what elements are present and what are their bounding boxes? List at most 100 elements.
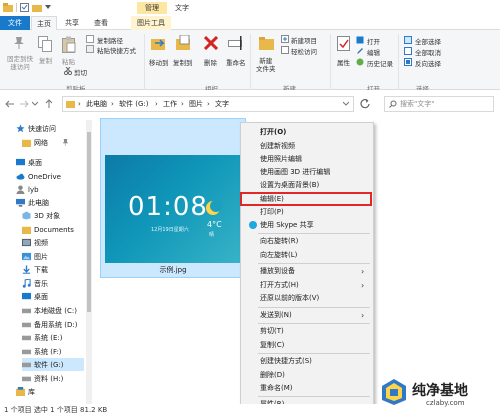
select-all-button[interactable]: 全部选择 — [415, 36, 441, 46]
menu-item-rotate-left[interactable]: 向左旋转(L) — [260, 250, 297, 261]
nav-item-drive-c[interactable]: 本地磁盘 (C:) — [22, 304, 77, 317]
pin-quick-access-button[interactable]: 固定到快 速访问 — [5, 55, 35, 71]
breadcrumb-text[interactable]: 文字 — [215, 97, 229, 111]
menu-separator — [258, 353, 370, 354]
nav-item-desktop[interactable]: 桌面 — [16, 156, 42, 169]
menu-item-share-skype[interactable]: 使用 Skype 共享 — [260, 220, 314, 231]
menu-item-delete[interactable]: 删除(D) — [260, 370, 285, 381]
menu-separator — [258, 233, 370, 234]
tab-file[interactable]: 文件 — [0, 16, 30, 30]
up-arrow-icon[interactable] — [44, 99, 54, 109]
nav-item-3d-objects[interactable]: 3D 对象 — [22, 209, 60, 222]
breadcrumb-this-pc[interactable]: 此电脑 — [86, 97, 107, 111]
menu-item-send-to[interactable]: 发送到(N) — [260, 310, 292, 321]
nav-item-libraries[interactable]: 库 — [16, 385, 35, 398]
tab-picture-tools[interactable]: 图片工具 — [131, 16, 171, 30]
paste-shortcut-button[interactable]: 粘贴快捷方式 — [97, 45, 136, 55]
select-all-icon — [404, 36, 412, 44]
nav-item-videos[interactable]: 视频 — [22, 236, 48, 249]
nav-item-label: 此电脑 — [28, 198, 49, 207]
drive-icon — [22, 349, 31, 355]
paste-button[interactable]: 粘贴 — [62, 56, 75, 66]
properties-qa-icon[interactable] — [20, 3, 29, 12]
breadcrumb-work[interactable]: 工作 — [163, 97, 177, 111]
tab-view[interactable]: 查看 — [88, 16, 114, 30]
desktop-icon — [16, 158, 25, 166]
nav-item-documents[interactable]: Documents — [22, 223, 74, 236]
back-arrow-icon[interactable] — [5, 99, 15, 109]
copy-button[interactable]: 复制 — [39, 55, 52, 65]
cut-button[interactable]: 剪切 — [74, 67, 87, 77]
nav-scrollbar-thumb[interactable] — [87, 132, 91, 312]
menu-item-restore-previous[interactable]: 还原以前的版本(V) — [260, 293, 319, 304]
properties-button[interactable]: 属性 — [337, 57, 350, 67]
menu-item-rotate-right[interactable]: 向右旋转(R) — [260, 236, 298, 247]
nav-item-network[interactable]: 网络 — [22, 136, 69, 149]
menu-item-print[interactable]: 打印(P) — [260, 207, 284, 218]
chevron-down-icon[interactable] — [45, 5, 51, 10]
select-none-button[interactable]: 全部取消 — [415, 47, 441, 57]
delete-button[interactable]: 删除 — [204, 57, 217, 67]
edit-button[interactable]: 编辑 — [367, 47, 380, 57]
open-button[interactable]: 打开 — [367, 36, 380, 46]
new-item-button[interactable]: 新建项目 — [291, 35, 317, 45]
nav-item-label: 音乐 — [34, 279, 48, 288]
nav-item-label: 系统 (F:) — [34, 347, 62, 356]
nav-item-drive-g[interactable]: 软件 (G:) — [22, 358, 84, 371]
menu-item-open-with[interactable]: 打开方式(H) — [260, 280, 299, 291]
menu-item-cast-to-device[interactable]: 播放到设备 — [260, 266, 295, 277]
new-folder-button[interactable]: 新建 文件夹 — [256, 57, 276, 73]
nav-item-drive-d[interactable]: 备用系统 (D:) — [22, 318, 77, 331]
tab-share[interactable]: 共享 — [59, 16, 85, 30]
menu-item-edit-with-paint3d[interactable]: 使用画图 3D 进行编辑 — [260, 167, 330, 178]
nav-item-user[interactable]: lyb — [16, 183, 39, 196]
folder-icon — [22, 139, 31, 147]
folder-icon — [3, 3, 13, 12]
nav-item-pictures[interactable]: 图片 — [22, 250, 48, 263]
nav-item-quick-access[interactable]: 快速访问 — [16, 122, 56, 135]
nav-item-drive-h[interactable]: 资料 (H:) — [22, 372, 63, 385]
new-folder-qa-icon[interactable] — [32, 3, 42, 12]
manage-context-header: 管理 — [137, 2, 167, 14]
history-button[interactable]: 历史记录 — [367, 58, 393, 68]
nav-item-drive-e[interactable]: 系统 (E:) — [22, 331, 62, 344]
menu-item-open[interactable]: 打开(O) — [260, 127, 286, 138]
crumb-separator: › — [181, 100, 184, 108]
easy-access-button[interactable]: 轻松访问 — [291, 46, 317, 56]
nav-item-label: 本地磁盘 (C:) — [34, 306, 77, 315]
nav-item-desktop-2[interactable]: 桌面 — [22, 290, 48, 303]
nav-item-label: 资料 (H:) — [34, 374, 64, 383]
menu-item-edit-with-photos[interactable]: 使用照片编辑 — [260, 154, 302, 165]
recent-locations-chevron-icon[interactable] — [32, 101, 38, 107]
breadcrumb-drive-g[interactable]: 软件 (G:) — [119, 97, 148, 111]
nav-item-onedrive[interactable]: OneDrive — [16, 170, 61, 183]
move-to-button[interactable]: 移动到 — [149, 57, 169, 67]
picture-icon — [22, 252, 31, 261]
menu-item-create-shortcut[interactable]: 创建快捷方式(S) — [260, 356, 312, 367]
address-history-chevron-icon[interactable] — [343, 101, 349, 107]
menu-item-copy[interactable]: 复制(C) — [260, 340, 284, 351]
nav-item-drive-f[interactable]: 系统 (F:) — [22, 345, 62, 358]
menu-item-set-desktop-background[interactable]: 设置为桌面背景(B) — [260, 180, 319, 191]
menu-item-cut[interactable]: 剪切(T) — [260, 326, 284, 337]
breadcrumb-pictures[interactable]: 图片 — [189, 97, 203, 111]
tab-home[interactable]: 主页 — [31, 16, 57, 30]
copy-path-button[interactable]: 复制路径 — [97, 35, 123, 45]
rename-button[interactable]: 重命名 — [226, 57, 246, 67]
nav-item-this-pc[interactable]: 此电脑 — [16, 196, 49, 209]
refresh-icon[interactable] — [359, 98, 371, 110]
menu-item-create-video[interactable]: 创建新视频 — [260, 141, 295, 152]
copy-to-button[interactable]: 复制到 — [173, 57, 193, 67]
file-name[interactable]: 示例.jpg — [100, 265, 246, 275]
edit-highlight-box — [240, 192, 372, 206]
drive-icon — [22, 362, 31, 368]
desktop-icon — [22, 292, 31, 300]
copy-path-icon — [86, 35, 94, 43]
nav-item-music[interactable]: 音乐 — [22, 277, 48, 290]
invert-selection-button[interactable]: 反向选择 — [415, 58, 441, 68]
forward-arrow-icon[interactable] — [19, 99, 29, 109]
drive-icon — [22, 308, 31, 314]
menu-item-rename[interactable]: 重命名(M) — [260, 383, 293, 394]
nav-item-downloads[interactable]: 下载 — [22, 263, 48, 276]
submenu-arrow-icon: › — [361, 267, 365, 276]
